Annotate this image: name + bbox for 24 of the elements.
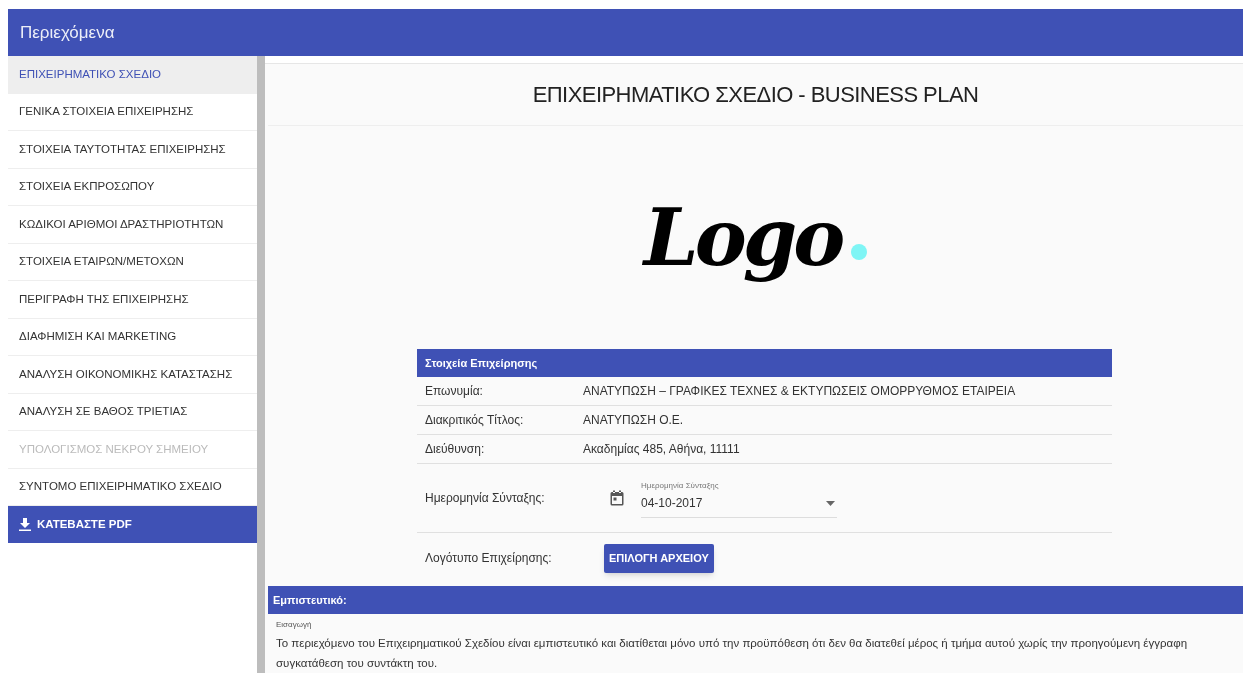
date-value: 04-10-2017 xyxy=(641,495,703,512)
sidebar-item[interactable]: ΕΠΙΧΕΙΡΗΜΑΤΙΚΟ ΣΧΕΔΙΟ xyxy=(8,56,257,94)
page-title: ΕΠΙΧΕΙΡΗΜΑΤΙΚΟ ΣΧΕΔΙΟ - BUSINESS PLAN xyxy=(532,81,979,109)
choose-file-button[interactable]: ΕΠΙΛΟΓΗ ΑΡΧΕΙΟΥ xyxy=(604,543,714,573)
floating-label: Ημερομηνία Σύνταξης xyxy=(641,480,719,492)
field-value: Ακαδημίας 485, Αθήνα, 11111 xyxy=(583,441,740,458)
section-title: Εμπιστευτικό: xyxy=(273,592,347,608)
caret-icon xyxy=(826,500,835,506)
field-label: Διεύθυνση: xyxy=(425,441,486,458)
field-label: Ημερομηνία Σύνταξης: xyxy=(425,490,546,507)
download-icon xyxy=(19,518,31,531)
date-dropdown[interactable]: Ημερομηνία Σύνταξης 04-10-2017 xyxy=(641,478,837,518)
download-pdf-button[interactable]: ΚΑΤΕΒΑΣΤΕ PDF xyxy=(8,506,257,543)
field-value: ΑΝΑΤΥΠΩΣΗ Ο.Ε. xyxy=(583,412,684,429)
field-label: Διακριτικός Τίτλος: xyxy=(425,412,525,429)
field-value: ΑΝΑΤΥΠΩΣΗ – ΓΡΑΦΙΚΕΣ ΤΕΧΝΕΣ & ΕΚΤΥΠΩΣΕΙΣ ΟΜΟΡΡΥΘΜΟΣ ΕΤΑΙΡΕΙΑ xyxy=(583,383,1016,400)
intro-paragraph: Το περιεχόμενο του Επιχειρηματικού Σχεδίου είναι εμπιστευτικό και διατίθεται μόνο υπό την προϋπόθεση ότι δεν θα διατεθεί μέρος ή τμήμα αυτού χωρίς την προηγούμενη έγγραφη συγκατάθεση του συντάκτη του. xyxy=(276,636,1189,671)
field-label: Επωνυμία: xyxy=(425,383,484,400)
header-title: Περιεχόμενα xyxy=(20,21,115,44)
calendar-icon[interactable] xyxy=(610,490,624,506)
field-label: Λογότυπο Επιχείρησης: xyxy=(425,550,553,567)
field-label: Εισαγωγή xyxy=(276,619,313,631)
table-header-title: Στοιχεία Επιχείρησης xyxy=(425,355,538,371)
logo-image: Logo xyxy=(633,178,878,297)
